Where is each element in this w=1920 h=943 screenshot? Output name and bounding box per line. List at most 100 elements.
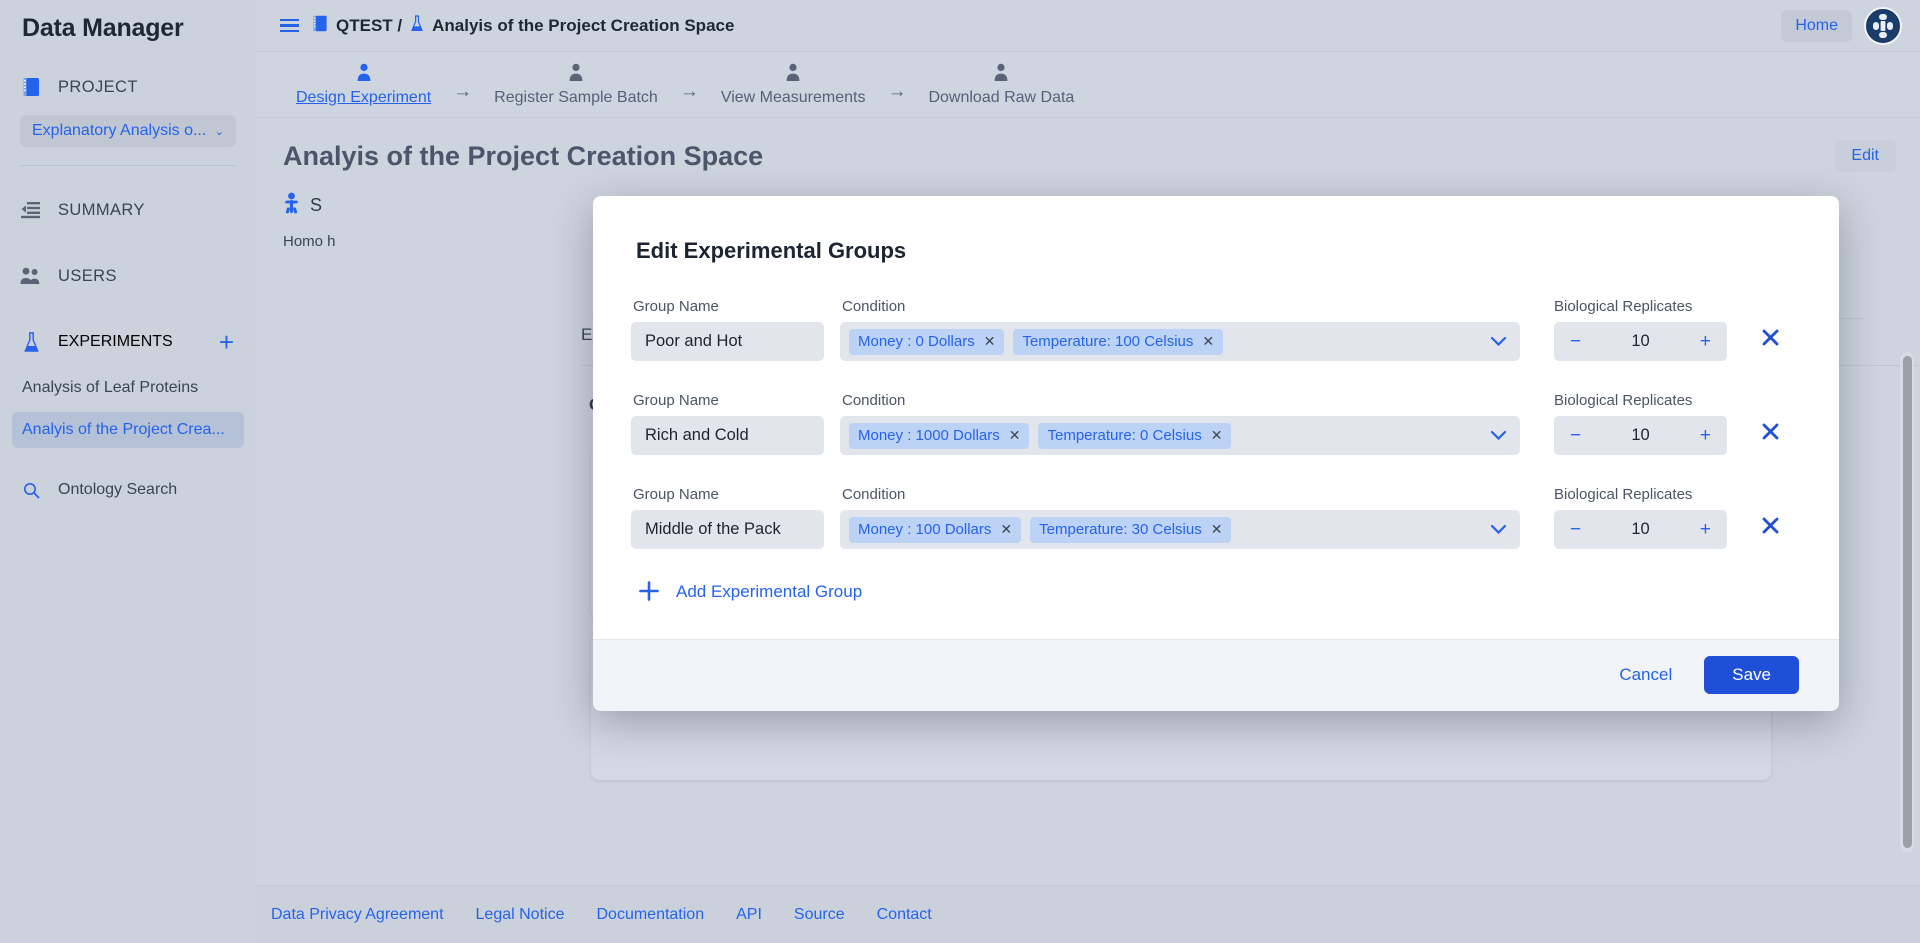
add-experimental-group-button[interactable]: Add Experimental Group (638, 580, 1801, 605)
condition-chip-label: Temperature: 30 Celsius (1039, 521, 1202, 538)
condition-field: Condition Money : 100 Dollars ✕ Temperat… (840, 486, 1520, 549)
chevron-down-icon[interactable] (1491, 427, 1512, 444)
condition-chip-label: Money : 0 Dollars (858, 333, 975, 350)
replicates-label: Biological Replicates (1554, 298, 1727, 315)
dialog-title: Edit Experimental Groups (636, 238, 1801, 264)
condition-select[interactable]: Money : 1000 Dollars ✕ Temperature: 0 Ce… (840, 416, 1520, 455)
footer-link-privacy[interactable]: Data Privacy Agreement (271, 906, 444, 924)
condition-chip[interactable]: Money : 100 Dollars ✕ (849, 517, 1021, 543)
add-experimental-group-label: Add Experimental Group (676, 582, 862, 602)
sidebar-experiment-item-active[interactable]: Analyis of the Project Crea... (12, 412, 244, 448)
notebook-icon (20, 76, 42, 98)
remove-group-button[interactable] (1761, 516, 1780, 541)
sidebar-section-experiments: EXPERIMENTS + (0, 320, 256, 364)
group-name-field: Group Name (631, 392, 824, 455)
condition-select[interactable]: Money : 100 Dollars ✕ Temperature: 30 Ce… (840, 510, 1520, 549)
condition-select[interactable]: Money : 0 Dollars ✕ Temperature: 100 Cel… (840, 322, 1520, 361)
dialog-footer: Cancel Save (593, 639, 1839, 711)
condition-chip-label: Money : 100 Dollars (858, 521, 991, 538)
footer-link-source[interactable]: Source (794, 906, 845, 924)
group-row: Group Name Condition Money : 100 Dollars… (631, 486, 1801, 549)
save-button[interactable]: Save (1704, 656, 1799, 694)
chevron-down-icon: ⌄ (215, 125, 224, 138)
group-name-input[interactable] (631, 322, 824, 361)
replicates-value[interactable]: 10 (1631, 520, 1649, 539)
chevron-down-icon[interactable] (1491, 333, 1512, 350)
condition-field: Condition Money : 0 Dollars ✕ Temperatur… (840, 298, 1520, 361)
app-brand: Data Manager (0, 0, 256, 43)
replicates-increment-button[interactable]: + (1700, 520, 1711, 539)
close-icon[interactable]: ✕ (1000, 521, 1012, 538)
condition-chip-label: Temperature: 100 Celsius (1022, 333, 1193, 350)
project-selector-value: Explanatory Analysis o... (32, 122, 206, 140)
condition-label: Condition (840, 392, 1520, 409)
remove-group-button[interactable] (1761, 328, 1780, 353)
flask-icon (20, 331, 42, 353)
replicates-decrement-button[interactable]: − (1570, 426, 1581, 445)
users-icon (20, 265, 42, 287)
plus-icon (638, 580, 660, 605)
condition-field: Condition Money : 1000 Dollars ✕ Tempera… (840, 392, 1520, 455)
replicates-decrement-button[interactable]: − (1570, 332, 1581, 351)
replicates-decrement-button[interactable]: − (1570, 520, 1581, 539)
condition-chip-label: Temperature: 0 Celsius (1047, 427, 1201, 444)
group-name-label: Group Name (631, 392, 824, 409)
condition-chip[interactable]: Temperature: 0 Celsius ✕ (1038, 423, 1231, 449)
condition-chip[interactable]: Money : 1000 Dollars ✕ (849, 423, 1029, 449)
summary-icon (20, 199, 42, 221)
dialog-body: Edit Experimental Groups Group Name Cond… (593, 196, 1839, 639)
sidebar-experiments-label: EXPERIMENTS (58, 333, 173, 351)
sidebar-users-label: USERS (58, 267, 117, 286)
sidebar-section-project: PROJECT (0, 65, 256, 109)
replicates-label: Biological Replicates (1554, 392, 1727, 409)
condition-chip[interactable]: Temperature: 30 Celsius ✕ (1030, 517, 1231, 543)
close-icon[interactable]: ✕ (1211, 427, 1223, 444)
sidebar-divider (20, 165, 236, 166)
condition-label: Condition (840, 486, 1520, 503)
replicates-field: Biological Replicates − 10 + (1554, 392, 1727, 455)
footer-link-documentation[interactable]: Documentation (596, 906, 704, 924)
close-icon[interactable]: ✕ (1009, 427, 1021, 444)
replicates-stepper: − 10 + (1554, 416, 1727, 455)
sidebar-ontology-label: Ontology Search (58, 481, 177, 499)
sidebar-summary-label: SUMMARY (58, 201, 145, 220)
sidebar-item-users[interactable]: USERS (0, 254, 256, 298)
project-selector[interactable]: Explanatory Analysis o... ⌄ (20, 115, 236, 147)
add-experiment-button[interactable]: + (219, 329, 234, 355)
footer-link-api[interactable]: API (736, 906, 762, 924)
close-icon[interactable]: ✕ (1211, 521, 1223, 538)
replicates-stepper: − 10 + (1554, 322, 1727, 361)
footer-link-contact[interactable]: Contact (877, 906, 932, 924)
condition-chip-label: Money : 1000 Dollars (858, 427, 1000, 444)
replicates-label: Biological Replicates (1554, 486, 1727, 503)
replicates-value[interactable]: 10 (1631, 426, 1649, 445)
replicates-value[interactable]: 10 (1631, 332, 1649, 351)
sidebar-item-ontology-search[interactable]: Ontology Search (0, 470, 256, 510)
remove-group-button[interactable] (1761, 422, 1780, 447)
replicates-field: Biological Replicates − 10 + (1554, 486, 1727, 549)
group-name-input[interactable] (631, 416, 824, 455)
close-icon[interactable]: ✕ (984, 333, 996, 350)
replicates-increment-button[interactable]: + (1700, 332, 1711, 351)
group-row: Group Name Condition Money : 0 Dollars ✕ (631, 298, 1801, 361)
group-name-input[interactable] (631, 510, 824, 549)
edit-experimental-groups-dialog: Edit Experimental Groups Group Name Cond… (593, 196, 1839, 711)
modal-overlay: Edit Experimental Groups Group Name Cond… (256, 0, 1920, 943)
condition-chip[interactable]: Money : 0 Dollars ✕ (849, 329, 1004, 355)
group-name-label: Group Name (631, 486, 824, 503)
close-icon[interactable]: ✕ (1202, 333, 1214, 350)
group-row: Group Name Condition Money : 1000 Dollar… (631, 392, 1801, 455)
group-name-label: Group Name (631, 298, 824, 315)
replicates-increment-button[interactable]: + (1700, 426, 1711, 445)
search-icon (20, 479, 42, 501)
chevron-down-icon[interactable] (1491, 521, 1512, 538)
main-area: QTEST / Analyis of the Project Creation … (256, 0, 1920, 943)
group-name-field: Group Name (631, 298, 824, 361)
condition-chip[interactable]: Temperature: 100 Celsius ✕ (1013, 329, 1223, 355)
group-name-field: Group Name (631, 486, 824, 549)
sidebar-experiment-item[interactable]: Analysis of Leaf Proteins (12, 370, 244, 406)
condition-label: Condition (840, 298, 1520, 315)
sidebar-item-summary[interactable]: SUMMARY (0, 188, 256, 232)
cancel-button[interactable]: Cancel (1609, 659, 1682, 691)
footer-link-legal[interactable]: Legal Notice (476, 906, 565, 924)
